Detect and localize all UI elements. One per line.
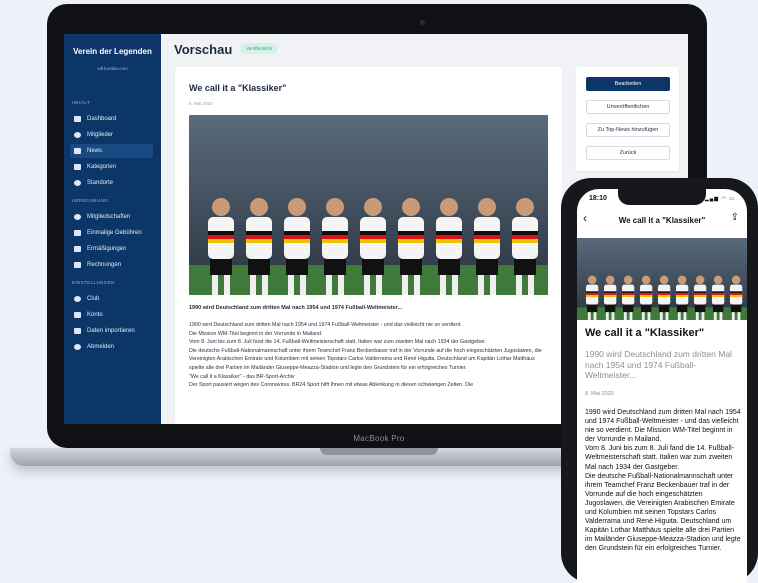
article-lead: 1990 wird Deutschland zum dritten Mal na… (189, 305, 403, 311)
phone-article-paragraph: 1990 wird Deutschland zum dritten Mal na… (585, 409, 741, 444)
article-paragraph: Der Sport pausiert wegen des Coronavirus… (189, 382, 474, 389)
section-label-abrechnung: ABRECHNUNG (72, 198, 109, 203)
article-paragraph: Die deutsche Fußball-Nationalmannschaft … (189, 347, 542, 371)
sidebar-item-abmelden[interactable]: Abmelden (70, 340, 153, 354)
phone-article-subtitle: 1990 wird Deutschland zum dritten Mal na… (585, 349, 732, 380)
phone-article-title: We call it a "Klassiker" (585, 327, 705, 339)
section-label-einstellungen: EINSTELLUNGEN (72, 280, 115, 285)
sidebar-item-label: Abmelden (87, 344, 115, 350)
article-title: We call it a "Klassiker" (189, 83, 287, 93)
sidebar-item-label: Club (87, 296, 100, 302)
article-paragraph: Die Mission WM-Titel beginnt in der Vorr… (189, 330, 323, 337)
sidebar-item-label: Konto (87, 312, 103, 318)
article-preview: We call it a "Klassiker" 8. Mai 2020 199… (175, 67, 562, 424)
sidebar: Verein der Legenden vdl.kurabu.com INHAL… (64, 34, 161, 424)
power-icon (74, 344, 81, 350)
club-name: Verein der Legenden (73, 47, 152, 56)
status-icons: ▂▄▆ ◠ ▭ (704, 196, 735, 202)
sidebar-item-mitgliedschaften[interactable]: Mitgliedschaften (70, 210, 153, 224)
phone-article-body: 1990 wird Deutschland zum dritten Mal na… (585, 408, 743, 554)
unpublish-button[interactable]: Unveröffentlichen (586, 100, 670, 114)
laptop-notch (320, 448, 438, 455)
phone-notch (618, 189, 706, 205)
phone-article-photo (577, 238, 747, 320)
news-icon (74, 148, 81, 154)
camera-icon (420, 20, 425, 25)
sidebar-item-club[interactable]: Club (70, 292, 153, 306)
sidebar-item-dashboard[interactable]: Dashboard (70, 112, 153, 126)
phone-article-paragraph: Vom 8. Juni bis zum 8. Juli fand die 14.… (585, 445, 735, 471)
edit-button[interactable]: Bearbeiten (586, 77, 670, 91)
sidebar-item-label: Mitglieder (87, 132, 114, 138)
sidebar-item-label: Kategorien (87, 164, 117, 170)
sidebar-item-label: News (87, 148, 103, 154)
actions-panel: Bearbeiten Unveröffentlichen Zu Top-News… (576, 67, 679, 171)
sidebar-item-daten-importieren[interactable]: Daten importieren (70, 324, 153, 338)
users-icon (74, 132, 81, 138)
phone-screen: 18:10 ▂▄▆ ◠ ▭ ‹ We call it a "Klassiker"… (577, 189, 747, 583)
sidebar-item-mitglieder[interactable]: Mitglieder (70, 128, 153, 142)
sidebar-item-news[interactable]: News (70, 144, 153, 158)
sidebar-item-rechnungen[interactable]: Rechnungen (70, 258, 153, 272)
gear-icon (74, 296, 81, 302)
cart-icon (74, 312, 81, 318)
add-top-news-button[interactable]: Zu Top-News hinzufügen (586, 123, 670, 137)
phone-frame: 18:10 ▂▄▆ ◠ ▭ ‹ We call it a "Klassiker"… (561, 178, 758, 583)
section-label-inhalt: INHALT (72, 100, 91, 105)
phone-article-paragraph: Die deutsche Fußball-Nationalmannschaft … (585, 472, 741, 553)
sidebar-item-ermaessigungen[interactable]: Ermäßigungen (70, 242, 153, 256)
tag-icon (74, 230, 81, 236)
sidebar-item-konto[interactable]: Konto (70, 308, 153, 322)
article-photo (189, 115, 548, 295)
sidebar-item-einmalige-gebuehren[interactable]: Einmalige Gebühren (70, 226, 153, 240)
page-title: Vorschau (174, 42, 233, 57)
sidebar-item-label: Rechnungen (87, 262, 122, 268)
nav-title: We call it a "Klassiker" (618, 216, 706, 225)
sidebar-item-label: Dashboard (87, 116, 117, 122)
sidebar-item-label: Einmalige Gebühren (87, 230, 142, 236)
sidebar-item-label: Daten importieren (87, 328, 135, 334)
location-pin-icon (74, 180, 81, 186)
article-paragraph: Vom 8. Juni bis zum 8. Juli fand die 14.… (189, 339, 486, 346)
back-button[interactable]: Zurück (586, 146, 670, 160)
article-paragraph: "We call it a Klassiker" - das BR-Sport-… (189, 373, 295, 380)
article-body: 1990 wird Deutschland zum dritten Mal na… (189, 321, 548, 390)
gear-icon (74, 214, 81, 220)
article-paragraph: 1990 wird Deutschland zum dritten Mal na… (189, 322, 462, 328)
tags-icon (74, 164, 81, 170)
person-upload-icon (74, 328, 81, 334)
club-url: vdl.kurabu.com (97, 66, 128, 71)
sidebar-item-standorte[interactable]: Standorte (70, 176, 153, 190)
sidebar-item-label: Mitgliedschaften (87, 214, 131, 220)
status-time: 18:10 (589, 195, 607, 202)
sidebar-item-label: Ermäßigungen (87, 246, 127, 252)
status-badge: Veröffentlicht (240, 43, 278, 54)
sidebar-item-kategorien[interactable]: Kategorien (70, 160, 153, 174)
table-icon (74, 116, 81, 122)
phone-article-date: 8. Mai 2020 (585, 391, 614, 397)
share-icon[interactable]: ⇪ (731, 212, 739, 223)
article-date: 8. Mai 2020 (189, 101, 213, 106)
percent-icon (74, 246, 81, 252)
invoice-icon (74, 262, 81, 268)
sidebar-item-label: Standorte (87, 180, 114, 186)
